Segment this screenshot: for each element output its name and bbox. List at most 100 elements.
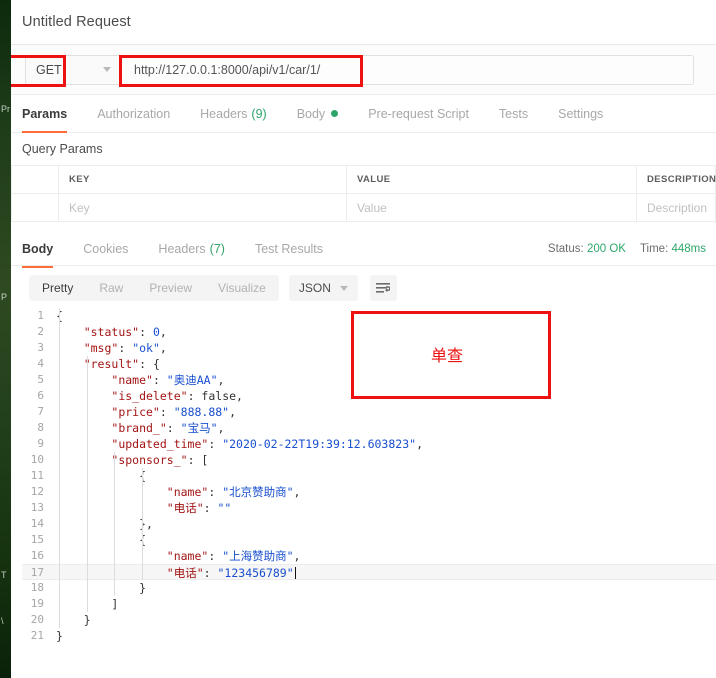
- code-line[interactable]: 17 "电话": "123456789": [22, 564, 716, 580]
- code-text: "电话": "": [166, 501, 232, 515]
- line-number: 3: [37, 341, 44, 354]
- code-line[interactable]: 10 "sponsors_": [: [22, 452, 716, 468]
- response-tab-cookies-label: Cookies: [83, 241, 129, 256]
- code-line[interactable]: 14 },: [22, 516, 716, 532]
- code-text: "updated_time": "2020-02-22T19:39:12.603…: [111, 437, 423, 451]
- word-wrap-icon: [376, 282, 391, 293]
- view-mode-visualize[interactable]: Visualize: [205, 275, 279, 301]
- view-mode-group: Pretty Raw Preview Visualize: [29, 275, 279, 301]
- response-meta: Status: 200 OK Time: 448ms: [548, 243, 716, 255]
- response-tab-headers[interactable]: Headers (7): [158, 230, 239, 268]
- adjacent-window-edge-strip: Pr P T \: [0, 0, 11, 678]
- code-text: "name": "奥迪AA",: [111, 373, 225, 387]
- code-line[interactable]: 15 {: [22, 532, 716, 548]
- code-line[interactable]: 13 "电话": "": [22, 500, 716, 516]
- view-mode-pretty[interactable]: Pretty: [29, 275, 86, 301]
- code-line[interactable]: 1{: [22, 308, 716, 324]
- line-number: 12: [30, 485, 44, 498]
- tab-settings[interactable]: Settings: [558, 95, 617, 133]
- table-header-row: KEY VALUE DESCRIPTION: [11, 165, 716, 194]
- code-line[interactable]: 2 "status": 0,: [22, 324, 716, 340]
- status-badge: 200 OK: [586, 242, 626, 255]
- response-format-select[interactable]: JSON: [288, 275, 358, 301]
- word-wrap-button[interactable]: [369, 275, 397, 301]
- line-number: 9: [37, 437, 44, 450]
- status-label: Status:: [547, 242, 584, 255]
- line-number: 16: [30, 549, 44, 562]
- code-line[interactable]: 6 "is_delete": false,: [22, 388, 716, 404]
- response-tab-headers-label: Headers: [158, 241, 206, 256]
- response-body-toolbar: Pretty Raw Preview Visualize JSON: [11, 272, 716, 304]
- tab-tests-label: Tests: [498, 106, 529, 121]
- code-line[interactable]: 20 }: [22, 612, 716, 628]
- code-line[interactable]: 3 "msg": "ok",: [22, 340, 716, 356]
- tab-body[interactable]: Body: [297, 95, 353, 133]
- ghost-text: T: [1, 570, 7, 580]
- ghost-text: \: [1, 616, 4, 626]
- code-text: "sponsors_": [: [111, 453, 209, 467]
- code-text: "msg": "ok",: [83, 341, 167, 355]
- url-input[interactable]: http://127.0.0.1:8000/api/v1/car/1/: [121, 54, 694, 85]
- response-tab-test-results[interactable]: Test Results: [255, 230, 337, 268]
- line-number: 13: [30, 501, 44, 514]
- code-text: "brand_": "宝马",: [111, 421, 225, 435]
- row-checkbox-cell[interactable]: [11, 193, 59, 222]
- line-number: 15: [30, 533, 44, 546]
- tab-params-label: Params: [22, 106, 68, 121]
- line-number: 4: [37, 357, 44, 370]
- code-line[interactable]: 12 "name": "北京赞助商",: [22, 484, 716, 500]
- response-tab-test-results-label: Test Results: [254, 241, 324, 256]
- line-number: 18: [30, 581, 44, 594]
- code-line[interactable]: 11 {: [22, 468, 716, 484]
- chevron-down-icon: [339, 285, 348, 291]
- code-line[interactable]: 21}: [22, 628, 716, 644]
- table-row[interactable]: Key Value Description: [11, 193, 716, 222]
- tab-authorization[interactable]: Authorization: [97, 95, 184, 133]
- tab-params[interactable]: Params: [22, 95, 81, 133]
- col-checkbox: [11, 165, 59, 194]
- indent-guide: [114, 452, 116, 596]
- code-text: }: [139, 581, 147, 595]
- code-text: }: [83, 613, 91, 627]
- code-line[interactable]: 8 "brand_": "宝马",: [22, 420, 716, 436]
- response-tabs: Body Cookies Headers (7) Test Results St…: [11, 230, 716, 268]
- response-format-label: JSON: [298, 281, 331, 295]
- line-number: 14: [30, 517, 44, 530]
- tab-pre-request-script-label: Pre-request Script: [368, 106, 469, 121]
- line-number: 6: [37, 389, 44, 402]
- response-tab-headers-count: (7): [209, 241, 225, 256]
- code-line[interactable]: 16 "name": "上海赞助商",: [22, 548, 716, 564]
- time-group: Time: 448ms: [640, 243, 706, 255]
- http-method-select[interactable]: GET: [25, 54, 93, 85]
- line-number: 2: [37, 325, 44, 338]
- response-body-code[interactable]: 1{2 "status": 0,3 "msg": "ok",4 "result"…: [11, 308, 716, 644]
- key-input[interactable]: Key: [58, 193, 347, 222]
- value-input[interactable]: Value: [346, 193, 637, 222]
- tab-tests[interactable]: Tests: [499, 95, 542, 133]
- indent-guide: [59, 308, 60, 628]
- code-line[interactable]: 5 "name": "奥迪AA",: [22, 372, 716, 388]
- indent-guide: [141, 468, 143, 580]
- tab-settings-label: Settings: [558, 106, 604, 121]
- response-tab-body[interactable]: Body: [22, 230, 67, 268]
- tab-headers-label: Headers: [200, 106, 248, 121]
- code-line[interactable]: 9 "updated_time": "2020-02-22T19:39:12.6…: [22, 436, 716, 452]
- status-group: Status: 200 OK: [548, 243, 626, 255]
- code-line[interactable]: 18 }: [22, 580, 716, 596]
- code-text: "status": 0,: [83, 325, 167, 339]
- time-label: Time:: [639, 242, 669, 255]
- code-line[interactable]: 19 ]: [22, 596, 716, 612]
- code-line[interactable]: 4 "result": {: [22, 356, 716, 372]
- description-input[interactable]: Description: [636, 193, 716, 222]
- request-title-bar: Untitled Request: [11, 0, 716, 45]
- tab-pre-request-script[interactable]: Pre-request Script: [368, 95, 483, 133]
- method-dropdown-toggle[interactable]: [93, 54, 121, 85]
- response-tab-cookies[interactable]: Cookies: [83, 230, 142, 268]
- view-mode-preview[interactable]: Preview: [136, 275, 205, 301]
- line-number: 5: [37, 373, 44, 386]
- view-mode-raw[interactable]: Raw: [86, 275, 136, 301]
- tab-headers[interactable]: Headers (9): [200, 95, 281, 133]
- code-text: "name": "北京赞助商",: [166, 485, 301, 499]
- ghost-text: P: [1, 292, 8, 302]
- code-line[interactable]: 7 "price": "888.88",: [22, 404, 716, 420]
